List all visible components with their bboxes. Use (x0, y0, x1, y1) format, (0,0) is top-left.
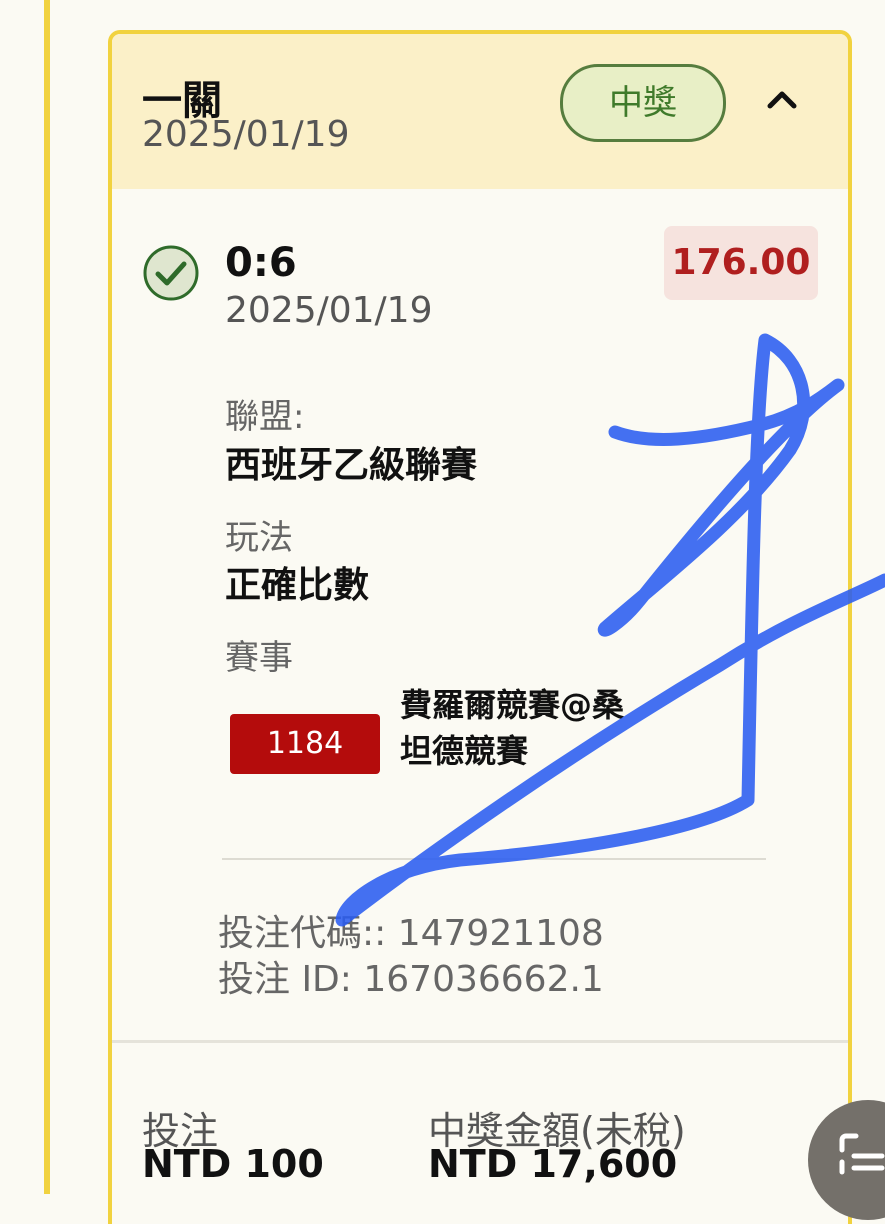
card-header[interactable]: 一關 2025/01/19 中獎 (112, 34, 848, 189)
market-value: 正確比數 (225, 565, 370, 606)
bet-id: 投注 ID: 167036662.1 (218, 959, 604, 1000)
market-label: 玩法 (225, 518, 293, 558)
collapse-button[interactable] (760, 78, 804, 122)
chevron-up-icon (767, 91, 797, 109)
section-divider (222, 858, 766, 860)
bet-code: 投注代碼:: 147921108 (218, 913, 604, 954)
payout-value: NTD 17,600 (428, 1142, 678, 1186)
match-date: 2025/01/19 (225, 290, 433, 331)
parlay-date: 2025/01/19 (142, 114, 350, 155)
league-value: 西班牙乙級聯賽 (225, 445, 478, 486)
event-number-badge: 1184 (230, 714, 380, 774)
league-label: 聯盟: (225, 397, 305, 437)
event-label: 賽事 (225, 638, 293, 678)
event-name: 費羅爾競賽@桑坦德競賽 (400, 686, 625, 770)
match-score: 0:6 (225, 240, 297, 286)
left-accent-rule (44, 0, 50, 1194)
bet-card: 一關 2025/01/19 中獎 0:6 2025/01/19 176.00 聯… (108, 30, 852, 1224)
check-circle-icon (143, 245, 199, 301)
scan-document-icon (839, 1133, 885, 1175)
win-status-badge: 中獎 (560, 64, 726, 142)
stake-value: NTD 100 (142, 1142, 324, 1186)
summary-divider (112, 1040, 848, 1043)
odds-badge: 176.00 (664, 226, 818, 300)
